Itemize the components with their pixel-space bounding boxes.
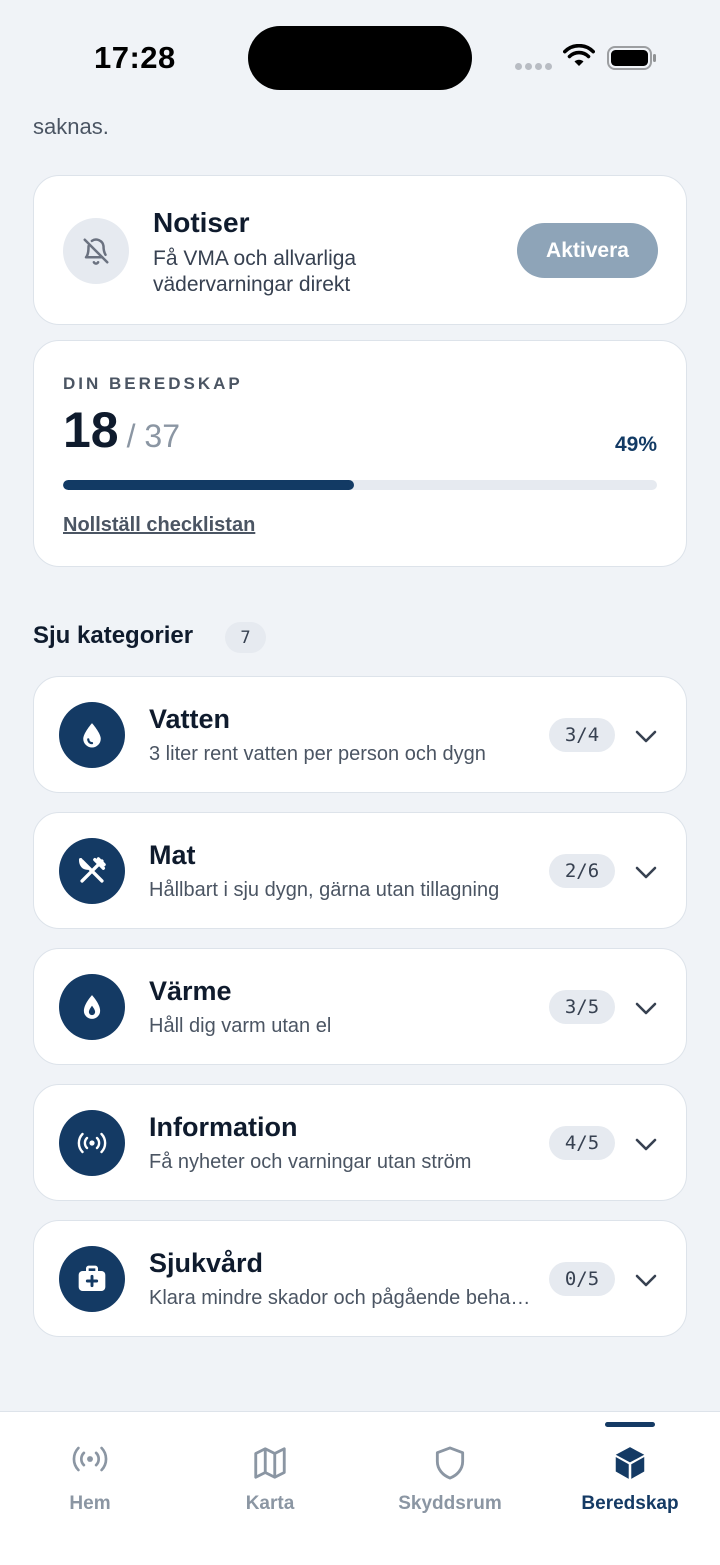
- tab-label: Karta: [245, 1493, 295, 1514]
- preparedness-card: DIN BEREDSKAP 18 / 37 49% Nollställ chec…: [33, 340, 687, 567]
- categories-section-title: Sju kategorier: [33, 622, 194, 649]
- shield-icon: [435, 1446, 465, 1480]
- broadcast-icon: [72, 1446, 108, 1472]
- tab-label: Hem: [69, 1493, 111, 1514]
- wifi-icon: [563, 44, 595, 66]
- category-description: Få nyheter och varningar utan ström: [149, 1151, 472, 1173]
- preparedness-label: DIN BEREDSKAP: [63, 374, 243, 393]
- tab-skyddsrum[interactable]: Skyddsrum: [360, 1412, 540, 1565]
- battery-icon: [607, 46, 656, 70]
- category-name: Värme: [149, 976, 232, 1006]
- category-description: Håll dig varm utan el: [149, 1015, 332, 1037]
- tab-hem[interactable]: Hem: [0, 1412, 180, 1565]
- notifications-title: Notiser: [153, 207, 250, 238]
- category-progress-badge: 0/5: [549, 1262, 615, 1296]
- chevron-down-icon[interactable]: [634, 1132, 658, 1156]
- reset-checklist-link[interactable]: Nollställ checklistan: [63, 514, 255, 537]
- category-description: Klara mindre skador och pågående behandl…: [149, 1287, 534, 1309]
- tab-karta[interactable]: Karta: [180, 1412, 360, 1565]
- category-name: Vatten: [149, 704, 231, 734]
- fork-knife-icon: [59, 838, 125, 904]
- notifications-card: Notiser Få VMA och allvarliga vädervarni…: [33, 175, 687, 325]
- category-row-vatten[interactable]: Vatten 3 liter rent vatten per person oc…: [33, 676, 687, 793]
- category-row-sjukvard[interactable]: Sjukvård Klara mindre skador och pågåend…: [33, 1220, 687, 1337]
- active-tab-indicator: [605, 1422, 655, 1427]
- progress-bar: [63, 480, 657, 490]
- category-description: Hållbart i sju dygn, gärna utan tillagni…: [149, 879, 500, 901]
- flame-icon: [59, 974, 125, 1040]
- category-progress-badge: 3/4: [549, 718, 615, 752]
- chevron-down-icon[interactable]: [634, 724, 658, 748]
- chevron-down-icon[interactable]: [634, 1268, 658, 1292]
- category-description: 3 liter rent vatten per person och dygn: [149, 743, 486, 765]
- first-aid-kit-icon: [59, 1246, 125, 1312]
- tab-label: Beredskap: [581, 1493, 679, 1514]
- chevron-down-icon[interactable]: [634, 860, 658, 884]
- category-name: Sjukvård: [149, 1248, 264, 1278]
- category-row-varme[interactable]: Värme Håll dig varm utan el 3/5: [33, 948, 687, 1065]
- category-name: Mat: [149, 840, 196, 870]
- map-icon: [254, 1447, 286, 1479]
- notifications-description: Få VMA och allvarliga vädervarningar dir…: [153, 247, 357, 296]
- cube-icon: [615, 1447, 645, 1479]
- preparedness-total: / 37: [126, 418, 180, 454]
- preparedness-percent: 49%: [614, 433, 657, 456]
- tab-beredskap[interactable]: Beredskap: [540, 1412, 720, 1565]
- tab-label: Skyddsrum: [398, 1493, 502, 1514]
- tab-bar: Hem Karta Skyddsrum Beredskap: [0, 1411, 720, 1565]
- progress-fill: [63, 480, 355, 490]
- category-progress-badge: 2/6: [549, 854, 615, 888]
- preparedness-count: 18 / 37: [63, 401, 180, 459]
- bell-slash-icon: [63, 218, 129, 284]
- category-name: Information: [149, 1112, 298, 1142]
- partial-text: saknas.: [33, 114, 109, 139]
- category-progress-badge: 4/5: [549, 1126, 615, 1160]
- activate-button[interactable]: Aktivera: [517, 223, 658, 278]
- dynamic-island: [248, 26, 472, 90]
- category-row-mat[interactable]: Mat Hållbart i sju dygn, gärna utan till…: [33, 812, 687, 929]
- category-progress-badge: 3/5: [549, 990, 615, 1024]
- chevron-down-icon[interactable]: [634, 996, 658, 1020]
- broadcast-icon: [59, 1110, 125, 1176]
- water-drop-icon: [59, 702, 125, 768]
- categories-count-badge: 7: [225, 622, 266, 653]
- status-time: 17:28: [94, 40, 176, 75]
- status-bar: 17:28: [0, 0, 720, 110]
- preparedness-done: 18: [63, 402, 119, 458]
- cellular-signal-icon: [515, 63, 552, 70]
- category-row-information[interactable]: Information Få nyheter och varningar uta…: [33, 1084, 687, 1201]
